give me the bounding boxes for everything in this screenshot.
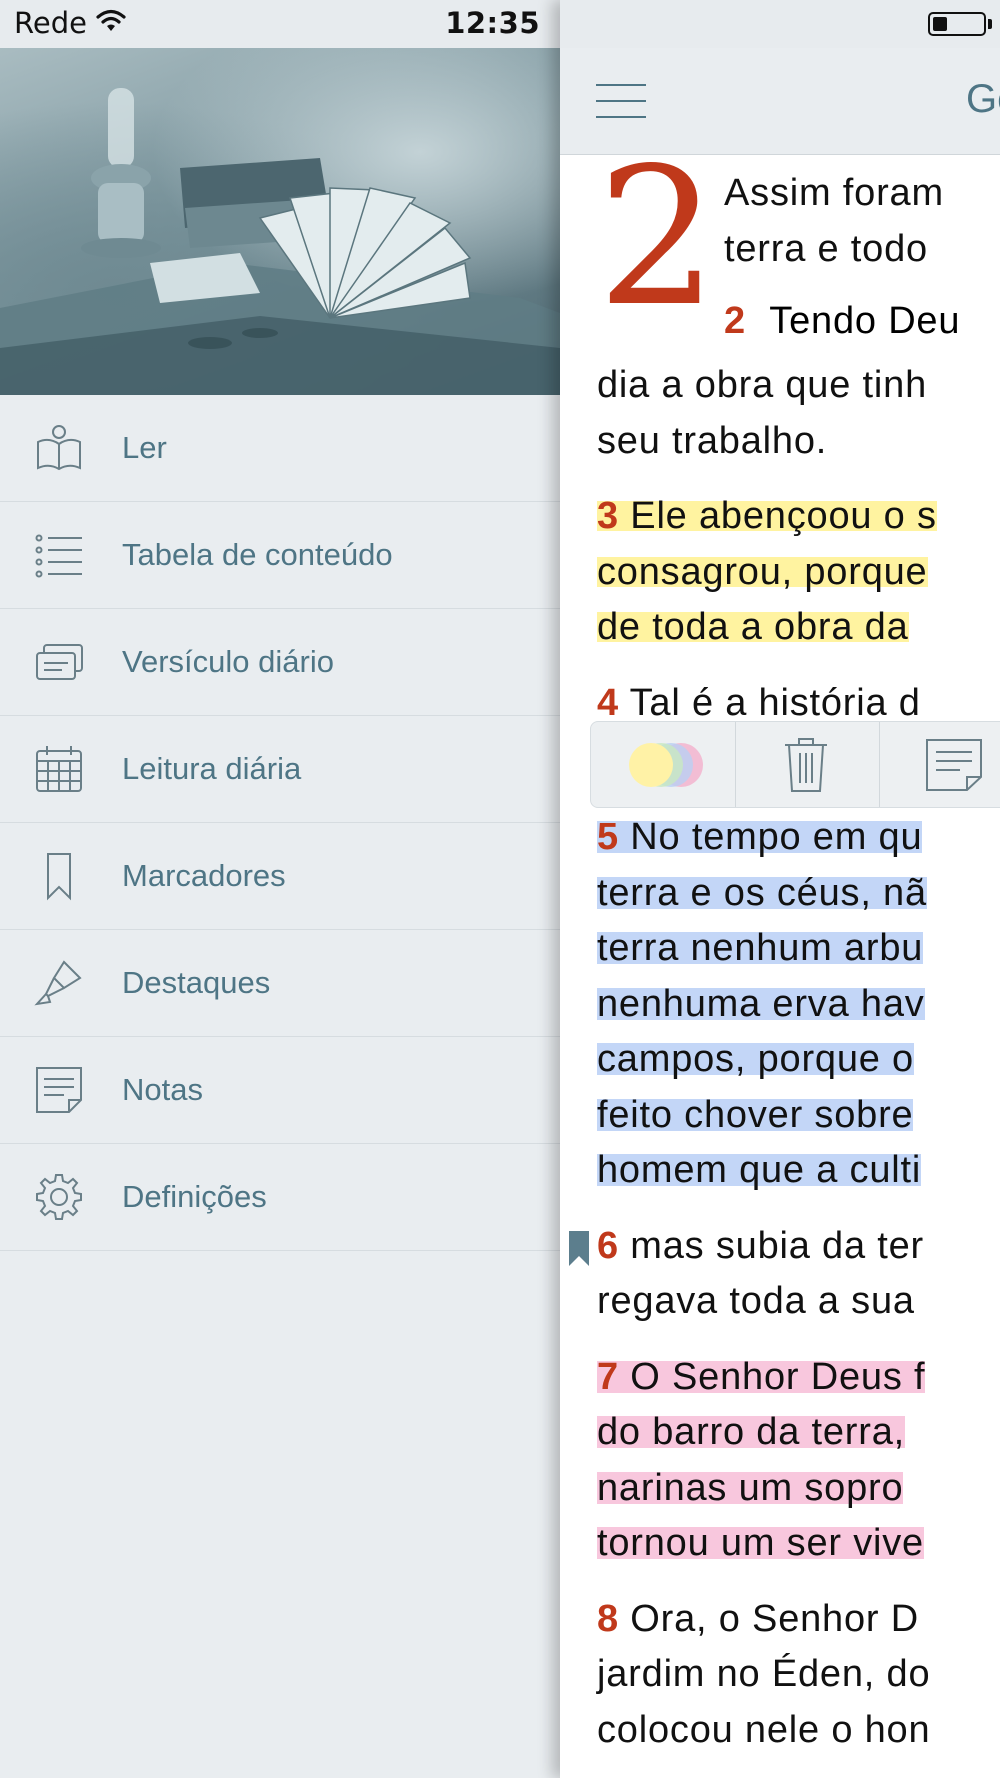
verse-line: regava toda a sua [597, 1280, 915, 1322]
verse-line: tornou um ser vive [597, 1522, 924, 1564]
verse-line: Assim foram [724, 172, 944, 214]
menu-item-settings[interactable]: Definições [0, 1144, 560, 1251]
verse-line: dia a obra que tinh [597, 364, 927, 406]
menu-item-read[interactable]: Ler [0, 395, 560, 502]
verse-line: terra e os céus, nã [597, 871, 927, 914]
battery-icon [928, 12, 986, 36]
verse-line: terra nenhum arbu [597, 927, 924, 969]
header-image [0, 48, 560, 395]
verse-line: feito chover sobre [597, 1093, 914, 1136]
clock: 12:35 [445, 6, 540, 40]
verse-line: nenhuma erva hav [597, 982, 925, 1025]
menu-item-bookmarks[interactable]: Marcadores [0, 823, 560, 930]
verse-line: colocou nele o hon [597, 1708, 931, 1751]
menu-label: Tabela de conteúdo [122, 537, 393, 572]
verse-number: 2 [724, 300, 746, 342]
menu-label: Destaques [122, 965, 271, 1000]
menu-item-notes[interactable]: Notas [0, 1037, 560, 1144]
verse-text: Tal é a história d [629, 681, 921, 724]
verse-3[interactable]: 3 Ele abençoou o s consagrou, porque de … [597, 489, 1000, 656]
wifi-icon [96, 9, 126, 31]
menu-item-daily-reading[interactable]: Leitura diária [0, 716, 560, 823]
drawer-menu: Ler Tabela de conteúdo Versículo diário [0, 395, 560, 1251]
toolbar-separator [879, 722, 880, 807]
calendar-icon [36, 746, 82, 792]
verse-line: do barro da terra, [597, 1411, 906, 1453]
card-stack-icon [36, 644, 83, 680]
verse-2[interactable]: dia a obra que tinh seu trabalho. [597, 358, 1000, 469]
verse-2-start[interactable]: 2 Tendo Deu [724, 294, 960, 350]
menu-label: Leitura diária [122, 751, 302, 786]
verse-line: terra e todo [724, 227, 928, 270]
toolbar-separator [735, 722, 736, 807]
menu-label: Notas [122, 1072, 203, 1107]
verse-1[interactable]: Assim foram terra e todo [724, 166, 944, 277]
verse-line: seu trabalho. [597, 419, 828, 462]
verse-text: Ora, o Senhor D [630, 1597, 919, 1640]
verse-number: 4 [597, 681, 619, 724]
verse-text: Ele abençoou o s [630, 495, 937, 537]
menu-label: Marcadores [122, 858, 286, 893]
list-icon [35, 534, 82, 578]
verse-text: mas subia da ter [630, 1224, 925, 1267]
verse-text: O Senhor Deus f [630, 1355, 926, 1398]
book-reader-icon [37, 425, 81, 471]
verse-number: 8 [597, 1597, 619, 1640]
chapter-number: 2 [597, 127, 718, 348]
verse-line: narinas um sopro [597, 1466, 904, 1509]
menu-item-table-of-contents[interactable]: Tabela de conteúdo [0, 502, 560, 609]
highlighter-icon [34, 960, 82, 1006]
verse-number: 5 [597, 816, 619, 858]
menu-label: Versículo diário [122, 644, 334, 679]
verse-5[interactable]: 5 No tempo em qu terra e os céus, nã ter… [597, 810, 1000, 1199]
highlight-color-icon[interactable] [621, 740, 711, 790]
verse-6[interactable]: 6 mas subia da ter regava toda a sua [597, 1219, 1000, 1330]
reader-pane: Gé 2 Assim foram terra e todo 2 Tendo De… [560, 0, 1000, 1778]
verse-line: campos, porque o [597, 1038, 914, 1080]
status-bar-right [560, 0, 1000, 48]
verse-number: 6 [597, 1224, 619, 1267]
bookmark-icon [47, 853, 71, 901]
verse-line: de toda a obra da [597, 606, 909, 648]
gear-icon [36, 1174, 82, 1220]
carrier-label: Rede [14, 6, 87, 40]
note-icon [36, 1067, 82, 1113]
verse-7[interactable]: 7 O Senhor Deus f do barro da terra, nar… [597, 1350, 1000, 1572]
navigation-drawer: Rede 12:35 Ler Tabela de conteúdo Versíc… [0, 0, 560, 1778]
status-bar: Rede 12:35 [0, 0, 560, 48]
verse-line: consagrou, porque [597, 550, 928, 593]
menu-label: Definições [122, 1179, 267, 1214]
verse-text: No tempo em qu [630, 816, 923, 858]
chapter-text: dia a obra que tinh seu trabalho. 3 Ele … [597, 358, 1000, 751]
menu-icon[interactable] [596, 84, 646, 118]
battery-tip [988, 19, 992, 29]
still-life-illustration [0, 88, 560, 395]
verse-text: Tendo Deu [769, 300, 961, 342]
bookmark-marker-icon[interactable] [567, 1231, 591, 1266]
verse-line: jardim no Éden, do [597, 1653, 931, 1695]
menu-item-daily-verse[interactable]: Versículo diário [0, 609, 560, 716]
note-icon[interactable] [924, 737, 984, 793]
menu-label: Ler [122, 430, 167, 465]
verse-action-toolbar [590, 721, 1000, 808]
chapter-text-continued: 5 No tempo em qu terra e os céus, nã ter… [597, 810, 1000, 1778]
menu-item-highlights[interactable]: Destaques [0, 930, 560, 1037]
verse-number: 7 [597, 1355, 619, 1398]
book-title[interactable]: Gé [966, 77, 1000, 122]
verse-8[interactable]: 8 Ora, o Senhor D jardim no Éden, do col… [597, 1592, 1000, 1759]
verse-line: homem que a culti [597, 1149, 922, 1191]
verse-number: 3 [597, 495, 619, 537]
trash-icon[interactable] [783, 737, 829, 793]
